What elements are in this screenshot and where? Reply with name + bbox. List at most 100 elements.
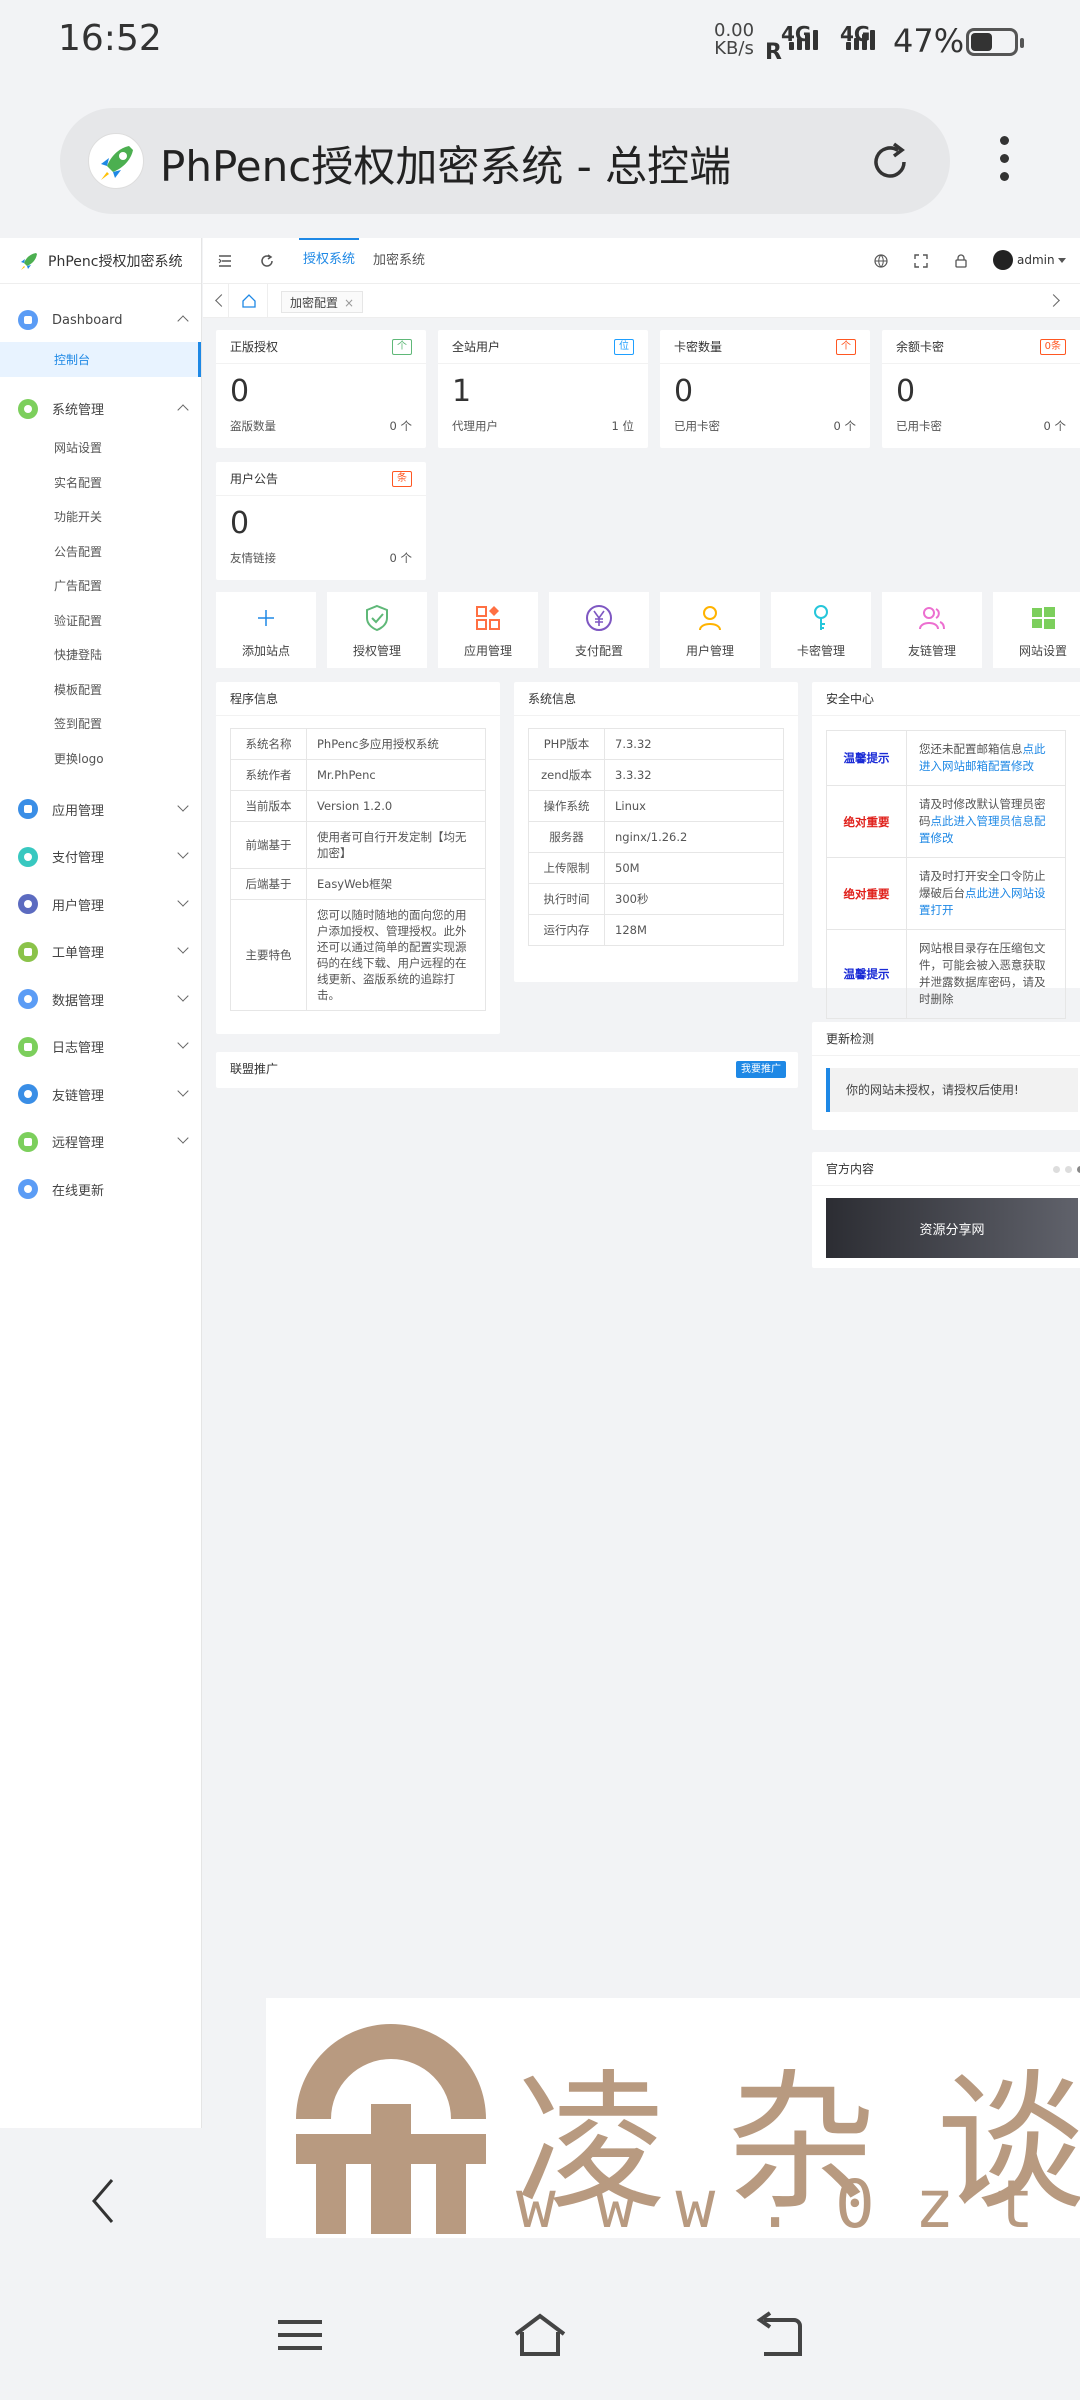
menu-apps[interactable]: 应用管理: [0, 786, 201, 834]
table-row: PHP版本 7.3.32: [528, 728, 784, 760]
menu-toggle-icon[interactable]: [217, 253, 233, 269]
stat-value: 1: [452, 374, 472, 409]
menu-remote[interactable]: 远程管理: [0, 1118, 201, 1166]
carousel-dots[interactable]: [1053, 1166, 1080, 1173]
info-key: 执行时间: [528, 883, 605, 915]
alliance-promo-panel: 联盟推广 我要推广: [216, 1052, 798, 1088]
info-value: PhPenc多应用授权系统: [306, 728, 486, 760]
table-row: 上传限制 50M: [528, 852, 784, 884]
avatar: [993, 250, 1013, 270]
menu-label: Dashboard: [52, 312, 123, 328]
sidebar: PhPenc授权加密系统 Dashboard 控制台 系统管理 网站设置 实名配…: [0, 238, 202, 2128]
watermark-logo: [296, 2024, 486, 2234]
sidebar-item-console[interactable]: 控制台: [0, 342, 201, 377]
watermark: 凌杂谈 www.0zt.n: [266, 1998, 1080, 2238]
menu-payment[interactable]: 支付管理: [0, 833, 201, 881]
menu-logs[interactable]: 日志管理: [0, 1023, 201, 1071]
info-value: EasyWeb框架: [306, 868, 486, 900]
back-icon[interactable]: [750, 2310, 810, 2360]
quick-payment-config[interactable]: 支付配置: [549, 592, 649, 668]
user-menu[interactable]: admin: [993, 250, 1066, 270]
quick-link-manage[interactable]: 友链管理: [882, 592, 982, 668]
network-speed: 0.00 KB/s: [714, 22, 754, 58]
sidebar-item-verify[interactable]: 验证配置: [0, 603, 201, 638]
menu-label: 友链管理: [52, 1088, 105, 1104]
home-tab[interactable]: [228, 284, 268, 318]
quick-label: 用户管理: [685, 644, 734, 658]
link-icon: [18, 1084, 38, 1105]
security-row: 温馨提示 您还未配置邮箱信息点此进入网站邮箱配置修改: [826, 730, 1066, 786]
payment-icon: [18, 846, 38, 867]
info-value: 使用者可自行开发定制【均无加密】: [306, 821, 486, 869]
sidebar-item-feature-switch[interactable]: 功能开关: [0, 500, 201, 535]
security-link[interactable]: 点此进入管理员信息配置修改: [919, 814, 1046, 845]
sidebar-brand[interactable]: PhPenc授权加密系统: [0, 238, 201, 284]
sidebar-item-quick-login[interactable]: 快捷登陆: [0, 638, 201, 673]
promote-button[interactable]: 我要推广: [736, 1061, 786, 1078]
menu-system[interactable]: 系统管理: [0, 387, 201, 431]
update-icon: [18, 1179, 38, 1200]
fullscreen-icon[interactable]: [913, 253, 929, 269]
globe-icon[interactable]: [873, 253, 889, 269]
lock-icon[interactable]: [953, 253, 969, 269]
chevron-down-icon: [177, 942, 189, 954]
sidebar-item-signin[interactable]: 签到配置: [0, 707, 201, 742]
refresh-icon[interactable]: [259, 253, 275, 269]
stat-title: 卡密数量: [674, 340, 723, 354]
menu-data[interactable]: 数据管理: [0, 976, 201, 1024]
close-icon[interactable]: ×: [344, 296, 354, 310]
stat-foot-value: 0 个: [833, 419, 856, 433]
sidebar-item-template[interactable]: 模板配置: [0, 672, 201, 707]
shield-check-icon: [366, 604, 388, 632]
sidebar-item-logo[interactable]: 更换logo: [0, 741, 201, 776]
table-row: 操作系统 Linux: [528, 790, 784, 822]
home-icon[interactable]: [510, 2310, 570, 2360]
stat-card-balance-cards: 余额卡密 0条 0 已用卡密 0 个: [882, 330, 1080, 448]
table-row: 后端基于 EasyWeb框架: [230, 868, 486, 900]
table-row: 系统名称 PhPenc多应用授权系统: [230, 728, 486, 760]
stat-foot-value: 1 位: [611, 419, 634, 433]
info-key: 当前版本: [230, 790, 307, 822]
quick-label: 授权管理: [352, 644, 401, 658]
menu-dashboard[interactable]: Dashboard: [0, 298, 201, 342]
quick-card-manage[interactable]: 卡密管理: [771, 592, 871, 668]
tabs-left-arrow-icon[interactable]: [215, 294, 228, 307]
tabs-right-arrow-icon[interactable]: [1047, 294, 1060, 307]
panel-title: 程序信息: [216, 682, 500, 716]
yen-icon: [586, 605, 612, 631]
address-bar[interactable]: PhPenc授权加密系统 - 总控端: [60, 108, 950, 214]
sidebar-item-site-settings[interactable]: 网站设置: [0, 431, 201, 466]
tab-license-system[interactable]: 授权系统: [299, 238, 360, 284]
sidebar-item-realname[interactable]: 实名配置: [0, 465, 201, 500]
battery-percent: 47%: [893, 22, 965, 60]
tab-encrypt-config[interactable]: 加密配置 ×: [281, 291, 364, 313]
sidebar-item-ads[interactable]: 广告配置: [0, 569, 201, 604]
back-arrow-icon[interactable]: [88, 2176, 118, 2226]
program-info-panel: 程序信息 系统名称 PhPenc多应用授权系统 系统作者 Mr.PhPenc 当前版…: [216, 682, 500, 1034]
menu-links[interactable]: 友链管理: [0, 1071, 201, 1119]
official-banner[interactable]: 资源分享网: [826, 1198, 1078, 1258]
tab-encrypt-system[interactable]: 加密系统: [373, 238, 425, 284]
table-row: 运行内存 128M: [528, 914, 784, 946]
quick-site-settings[interactable]: 网站设置: [993, 592, 1080, 668]
security-tag: 温馨提示: [827, 930, 907, 1018]
menu-online-update[interactable]: 在线更新: [0, 1166, 201, 1214]
security-tag: 绝对重要: [827, 786, 907, 857]
reload-icon[interactable]: [866, 138, 914, 186]
menu-icon[interactable]: [270, 2310, 330, 2360]
log-icon: [18, 1036, 38, 1057]
browser-menu-icon[interactable]: [995, 136, 1013, 188]
stat-foot-label: 盗版数量: [230, 419, 276, 433]
quick-user-manage[interactable]: 用户管理: [660, 592, 760, 668]
menu-users[interactable]: 用户管理: [0, 881, 201, 929]
quick-license-manage[interactable]: 授权管理: [327, 592, 427, 668]
sidebar-item-notice[interactable]: 公告配置: [0, 534, 201, 569]
panel-title: 联盟推广: [230, 1062, 279, 1076]
menu-tickets[interactable]: 工单管理: [0, 928, 201, 976]
quick-label: 添加站点: [241, 644, 290, 658]
table-row: 系统作者 Mr.PhPenc: [230, 759, 486, 791]
info-key: 主要特色: [230, 899, 307, 1011]
quick-app-manage[interactable]: 应用管理: [438, 592, 538, 668]
info-value: 7.3.32: [604, 728, 784, 760]
quick-add-site[interactable]: 添加站点: [216, 592, 316, 668]
